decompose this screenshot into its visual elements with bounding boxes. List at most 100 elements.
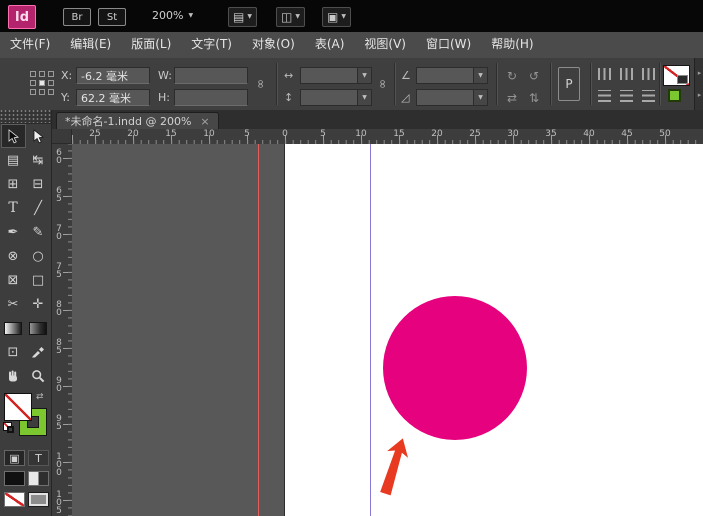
- align-center-button[interactable]: [620, 68, 633, 80]
- view-options-icon: ▤: [233, 10, 245, 24]
- tab-close-icon[interactable]: ×: [200, 115, 209, 128]
- reference-point-proxy[interactable]: [30, 71, 54, 95]
- formatting-row: ▣ T: [4, 450, 49, 466]
- swap-fill-stroke-icon[interactable]: ⇄: [36, 392, 44, 402]
- align-middle-button[interactable]: [620, 90, 633, 102]
- bleed-guide: [258, 144, 259, 516]
- zoom-level-dropdown[interactable]: 200% ▼: [152, 9, 193, 22]
- gradient-feather-tool[interactable]: [26, 316, 51, 340]
- zoom-level-value: 200%: [152, 9, 184, 22]
- formatting-affects-text-button[interactable]: T: [28, 450, 49, 466]
- scale-x-field[interactable]: ▼: [300, 67, 372, 84]
- pencil-tool[interactable]: ✎: [26, 220, 51, 244]
- chevron-down-icon: ▼: [341, 13, 346, 20]
- align-left-button[interactable]: [598, 68, 611, 80]
- tools-panel: ▤ ↹ ⊞ ⊟ T ╱ ✒ ✎ ⊗ ○ ⊠ □ ✂ ✛ ⊡ ⇄ ▣ T: [0, 110, 52, 516]
- gradient-swatch-tool[interactable]: [1, 316, 26, 340]
- menu-item-layout[interactable]: 版面(L): [121, 32, 181, 58]
- menu-bar: 文件(F) 编辑(E) 版面(L) 文字(T) 对象(O) 表(A) 视图(V) 窗口(W) 帮…: [0, 32, 703, 59]
- scale-y-icon: ↕: [284, 91, 294, 104]
- scale-x-icon: ↔: [284, 69, 294, 82]
- panel-menu-strip[interactable]: ▸ ▸: [694, 58, 703, 110]
- magenta-circle[interactable]: [383, 296, 527, 440]
- h-input[interactable]: [174, 89, 248, 106]
- screen-mode-dropdown[interactable]: ◫ ▼: [276, 7, 305, 27]
- stock-button[interactable]: St: [98, 8, 126, 26]
- constrain-scale-link-icon[interactable]: ∞: [376, 79, 390, 89]
- chevron-down-icon: ▼: [295, 13, 300, 20]
- h-ruler-label: 25: [89, 129, 101, 139]
- fill-proxy[interactable]: [4, 393, 32, 421]
- document-tab[interactable]: *未命名-1.indd @ 200% ×: [56, 112, 219, 129]
- scissors-tool[interactable]: ✂: [1, 292, 26, 316]
- content-collector-tool[interactable]: ⊞: [1, 172, 26, 196]
- v-ruler-label: 75: [54, 262, 64, 278]
- menu-item-file[interactable]: 文件(F): [0, 32, 60, 58]
- rotation-angle-field[interactable]: ▼: [416, 67, 488, 84]
- select-container-button[interactable]: P: [558, 67, 580, 101]
- zoom-tool[interactable]: [26, 364, 51, 388]
- constrain-wh-link-icon[interactable]: ∞: [254, 79, 268, 89]
- align-right-button[interactable]: [642, 68, 655, 80]
- rotate-ccw-button[interactable]: ↺: [525, 67, 543, 84]
- flip-horizontal-button[interactable]: ⇄: [503, 89, 521, 106]
- rotation-angle-icon: ∠: [401, 69, 411, 82]
- shear-angle-field[interactable]: ▼: [416, 89, 488, 106]
- apply-color-button[interactable]: [4, 471, 25, 486]
- apply-none-button[interactable]: [4, 492, 25, 507]
- view-options-dropdown[interactable]: ▤ ▼: [228, 7, 257, 27]
- menu-item-object[interactable]: 对象(O): [242, 32, 305, 58]
- chevron-down-icon: ▼: [247, 13, 252, 20]
- w-input[interactable]: [174, 67, 248, 84]
- arrange-documents-dropdown[interactable]: ▣ ▼: [322, 7, 351, 27]
- h-ruler-label: 25: [469, 129, 481, 139]
- fill-none-indicator[interactable]: [663, 65, 690, 86]
- ellipse-tool[interactable]: ○: [26, 244, 51, 268]
- eyedropper-tool[interactable]: [26, 340, 51, 364]
- rotate-cw-button[interactable]: ↻: [503, 67, 521, 84]
- align-top-button[interactable]: [598, 90, 611, 102]
- scale-y-field[interactable]: ▼: [300, 89, 372, 106]
- y-label: Y:: [61, 91, 70, 104]
- y-input[interactable]: [76, 89, 150, 106]
- free-transform-tool[interactable]: ✛: [26, 292, 51, 316]
- selection-tool[interactable]: [0, 124, 26, 148]
- ruler-origin-corner[interactable]: [52, 129, 72, 144]
- green-swatch[interactable]: [668, 89, 681, 102]
- align-bottom-button[interactable]: [642, 90, 655, 102]
- margin-guide: [370, 144, 371, 516]
- note-tool[interactable]: ⊡: [1, 340, 26, 364]
- indesign-app-icon: Id: [8, 5, 36, 29]
- view-mode-button[interactable]: [28, 492, 49, 507]
- canvas-pasteboard[interactable]: [72, 144, 703, 516]
- pen-tool[interactable]: ✒: [1, 220, 26, 244]
- page-tool[interactable]: ▤: [1, 148, 26, 172]
- menu-item-view[interactable]: 视图(V): [354, 32, 416, 58]
- vertical-ruler[interactable]: 60 65 70 75 80 85 90 95 100 105: [52, 144, 73, 516]
- type-tool[interactable]: T: [1, 196, 26, 220]
- flip-vertical-button[interactable]: ⇅: [525, 89, 543, 106]
- menu-item-type[interactable]: 文字(T): [181, 32, 242, 58]
- ellipse-frame-tool[interactable]: ⊗: [1, 244, 26, 268]
- control-panel: X: W: Y: H: ∞ ↔ ▼ ↕ ▼ ∞ ∠ ▼ ◿ ▼ ↻ ↺ ⇄ ⇅: [0, 58, 703, 111]
- direct-selection-tool[interactable]: [26, 124, 51, 148]
- content-placer-tool[interactable]: ⊟: [26, 172, 51, 196]
- bridge-button[interactable]: Br: [63, 8, 91, 26]
- horizontal-ruler[interactable]: 25 20 15 10 5 0 5 10 15 20 25 30 35 40 45 50: [72, 129, 703, 144]
- menu-item-edit[interactable]: 编辑(E): [60, 32, 121, 58]
- formatting-affects-container-button[interactable]: ▣: [4, 450, 25, 466]
- h-ruler-label: 20: [127, 129, 139, 139]
- hand-tool[interactable]: [1, 364, 26, 388]
- gap-tool[interactable]: ↹: [26, 148, 51, 172]
- menu-item-table[interactable]: 表(A): [305, 32, 355, 58]
- gradient-feather-icon: [29, 321, 47, 335]
- menu-item-window[interactable]: 窗口(W): [416, 32, 481, 58]
- x-input[interactable]: [76, 67, 150, 84]
- apply-gradient-button[interactable]: [28, 471, 49, 486]
- rectangle-tool[interactable]: □: [26, 268, 51, 292]
- menu-item-help[interactable]: 帮助(H): [481, 32, 543, 58]
- line-tool[interactable]: ╱: [26, 196, 51, 220]
- rectangle-frame-tool[interactable]: ⊠: [1, 268, 26, 292]
- panel-grip[interactable]: [0, 110, 51, 124]
- h-ruler-label: 30: [507, 129, 519, 139]
